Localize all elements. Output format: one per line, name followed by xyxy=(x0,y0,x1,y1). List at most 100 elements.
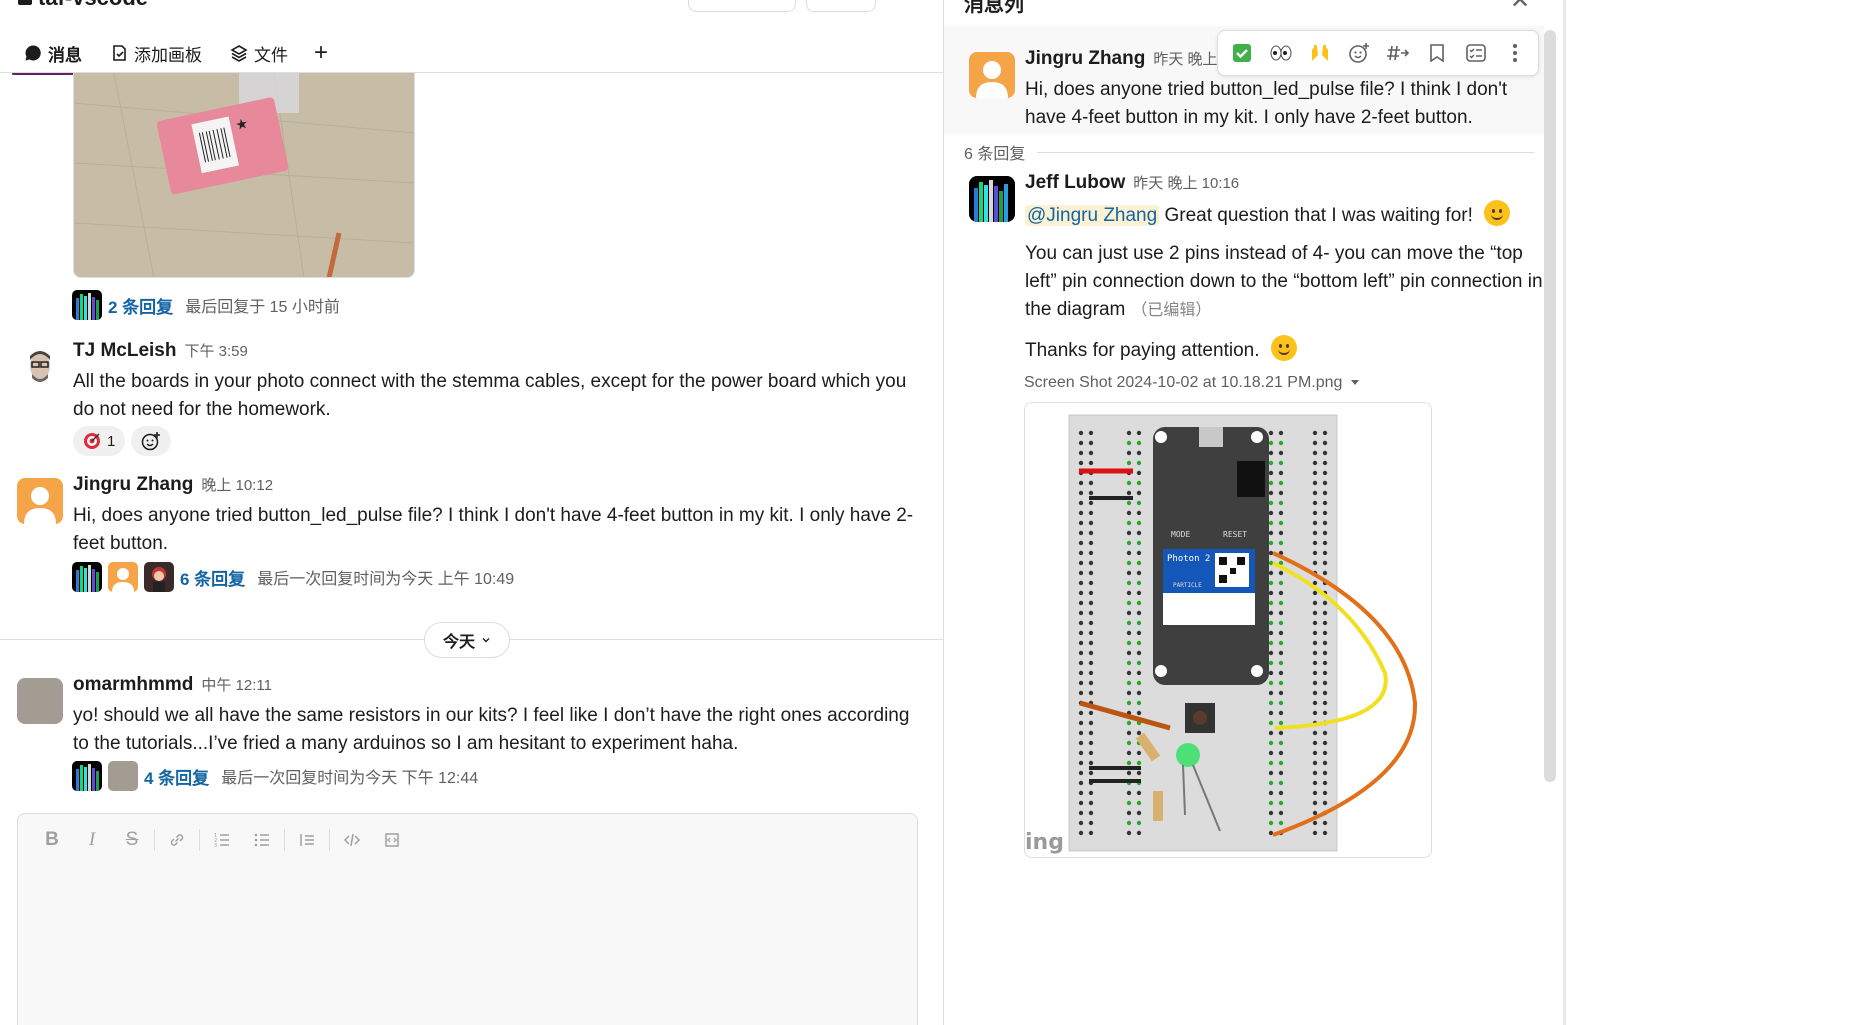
tab-messages[interactable]: 消息 xyxy=(12,33,94,75)
italic-button[interactable]: I xyxy=(72,826,112,854)
reply-paragraph: You can just use 2 pins instead of 4- yo… xyxy=(1025,240,1545,325)
thread-summary[interactable]: 4 条回复 最后一次回复时间为今天 下午 12:44 xyxy=(72,761,478,791)
avatar[interactable] xyxy=(969,176,1015,222)
eyes-icon xyxy=(1270,45,1291,61)
tab-label: 文件 xyxy=(254,45,288,65)
svg-text:3: 3 xyxy=(214,843,217,849)
channel-pane: taf-vscode 消息 添加画板 文件 + xyxy=(0,0,943,1025)
formatting-toolbar: B I S 123 xyxy=(32,826,412,854)
checklist-icon xyxy=(1465,44,1486,62)
message-actions-toolbar xyxy=(1217,30,1539,76)
image-attachment[interactable]: ★ xyxy=(73,73,415,278)
ordered-list-button[interactable]: 123 xyxy=(202,826,242,854)
thread-last-reply: 最后一次回复时间为今天 下午 12:44 xyxy=(221,770,479,787)
hash-forward-icon xyxy=(1386,45,1409,61)
scrollbar[interactable] xyxy=(1544,30,1556,782)
target-emoji-icon xyxy=(84,433,100,449)
avatar[interactable] xyxy=(969,52,1015,98)
add-reaction-button[interactable] xyxy=(131,426,172,456)
day-divider-button[interactable]: 今天 xyxy=(424,622,510,658)
reply-line-1: @Jingru Zhang Great question that I was … xyxy=(1025,200,1545,230)
avatar xyxy=(108,562,138,592)
avatar xyxy=(144,562,174,592)
thread-replies-link[interactable]: 4 条回复 xyxy=(144,764,209,789)
message-time[interactable]: 晚上 10:12 xyxy=(201,477,273,494)
thread-title: 消息列 xyxy=(964,0,1024,16)
bookmark-button[interactable] xyxy=(1420,36,1454,70)
smile-emoji-icon xyxy=(1484,200,1511,226)
thread-replies-link[interactable]: 2 条回复 xyxy=(108,293,173,318)
check-emoji-button[interactable] xyxy=(1225,36,1259,70)
avatar[interactable] xyxy=(17,344,63,390)
day-label: 今天 xyxy=(442,634,475,651)
sender-name[interactable]: Jeff Lubow 昨天 晚上 10:16 xyxy=(1025,172,1239,194)
replies-divider: 6 条回复 xyxy=(964,140,1534,164)
close-icon[interactable]: ✕ xyxy=(1510,0,1530,15)
avatar[interactable] xyxy=(17,678,63,724)
strikethrough-button[interactable]: S xyxy=(112,826,152,854)
thread-summary[interactable]: 6 条回复 最后一次回复时间为今天 上午 10:49 xyxy=(72,562,514,592)
chevron-down-icon xyxy=(482,638,490,643)
separator xyxy=(284,829,285,851)
watermark: ing xyxy=(1025,830,1064,855)
reaction-target[interactable]: 1 xyxy=(73,426,126,456)
message-time[interactable]: 中午 12:11 xyxy=(201,677,272,694)
huddle-button[interactable] xyxy=(806,0,876,12)
thread-reply: Jeff Lubow 昨天 晚上 10:16 @Jingru Zhang Grea… xyxy=(969,172,1544,372)
divider xyxy=(1037,151,1534,153)
reactions: 1 xyxy=(73,426,172,456)
bold-button[interactable]: B xyxy=(32,826,72,854)
message-composer[interactable]: B I S 123 xyxy=(17,813,918,1025)
file-name-row[interactable]: Screen Shot 2024-10-02 at 10.18.21 PM.pn… xyxy=(1024,374,1360,392)
forward-to-channel-button[interactable] xyxy=(1381,36,1415,70)
code-icon xyxy=(343,833,361,847)
message: omarmhmmd 中午 12:11 yo! should we all have… xyxy=(17,674,927,764)
avatar[interactable] xyxy=(17,478,63,524)
add-to-list-button[interactable] xyxy=(1459,36,1493,70)
sender-name-text: TJ McLeish xyxy=(73,340,177,361)
tab-add-canvas[interactable]: 添加画板 xyxy=(98,33,214,73)
message-time[interactable]: 昨天 晚上 10:16 xyxy=(1133,175,1239,192)
sender-name[interactable]: Jingru Zhang 昨天 晚上 1 xyxy=(1025,48,1230,70)
thread-replies-link[interactable]: 6 条回复 xyxy=(180,565,245,590)
members-button[interactable] xyxy=(688,0,796,12)
mode-label: MODE xyxy=(1171,530,1190,539)
reaction-count: 1 xyxy=(107,432,116,450)
link-button[interactable] xyxy=(157,826,197,854)
more-icon[interactable] xyxy=(886,0,906,12)
thread-last-reply: 最后回复于 15 小时前 xyxy=(185,299,340,316)
sender-name[interactable]: Jingru Zhang 晚上 10:12 xyxy=(73,474,273,496)
avatar xyxy=(72,290,102,320)
image-attachment[interactable]: Photon 2 MODE RESET PARTICLE ing xyxy=(1024,402,1432,858)
blockquote-icon xyxy=(300,834,314,846)
reset-label: RESET xyxy=(1223,530,1247,539)
blockquote-button[interactable] xyxy=(287,826,327,854)
bullet-list-button[interactable] xyxy=(242,826,282,854)
sender-name[interactable]: TJ McLeish 下午 3:59 xyxy=(73,340,248,362)
code-block-button[interactable] xyxy=(372,826,412,854)
user-mention[interactable]: @Jingru Zhang xyxy=(1025,205,1160,226)
raised-hands-emoji-button[interactable] xyxy=(1303,36,1337,70)
add-tab-button[interactable]: + xyxy=(304,39,338,67)
eyes-emoji-button[interactable] xyxy=(1264,36,1298,70)
add-reaction-button[interactable] xyxy=(1342,36,1376,70)
reply-text: You can just use 2 pins instead of 4- yo… xyxy=(1025,243,1543,320)
photo-image: ★ xyxy=(74,73,414,277)
avatar xyxy=(108,761,138,791)
more-actions-button[interactable] xyxy=(1498,36,1532,70)
avatar xyxy=(72,562,102,592)
channel-title[interactable]: taf-vscode xyxy=(18,0,148,10)
tab-files[interactable]: 文件 xyxy=(218,33,300,73)
bookmark-icon xyxy=(1429,44,1444,63)
code-button[interactable] xyxy=(332,826,372,854)
reply-text: Great question that I was waiting for! xyxy=(1164,205,1473,226)
offscreen-area xyxy=(1566,0,1854,1025)
thread-summary[interactable]: 2 条回复 最后回复于 15 小时前 xyxy=(72,290,340,320)
board-label: Photon 2 xyxy=(1167,554,1210,564)
file-name: Screen Shot 2024-10-02 at 10.18.21 PM.pn… xyxy=(1024,374,1343,391)
message-icon xyxy=(25,45,41,61)
message-time[interactable]: 下午 3:59 xyxy=(184,343,247,360)
separator xyxy=(199,829,200,851)
message-text: @Jingru Zhang Great question that I was … xyxy=(1025,200,1545,365)
sender-name[interactable]: omarmhmmd 中午 12:11 xyxy=(73,674,272,696)
